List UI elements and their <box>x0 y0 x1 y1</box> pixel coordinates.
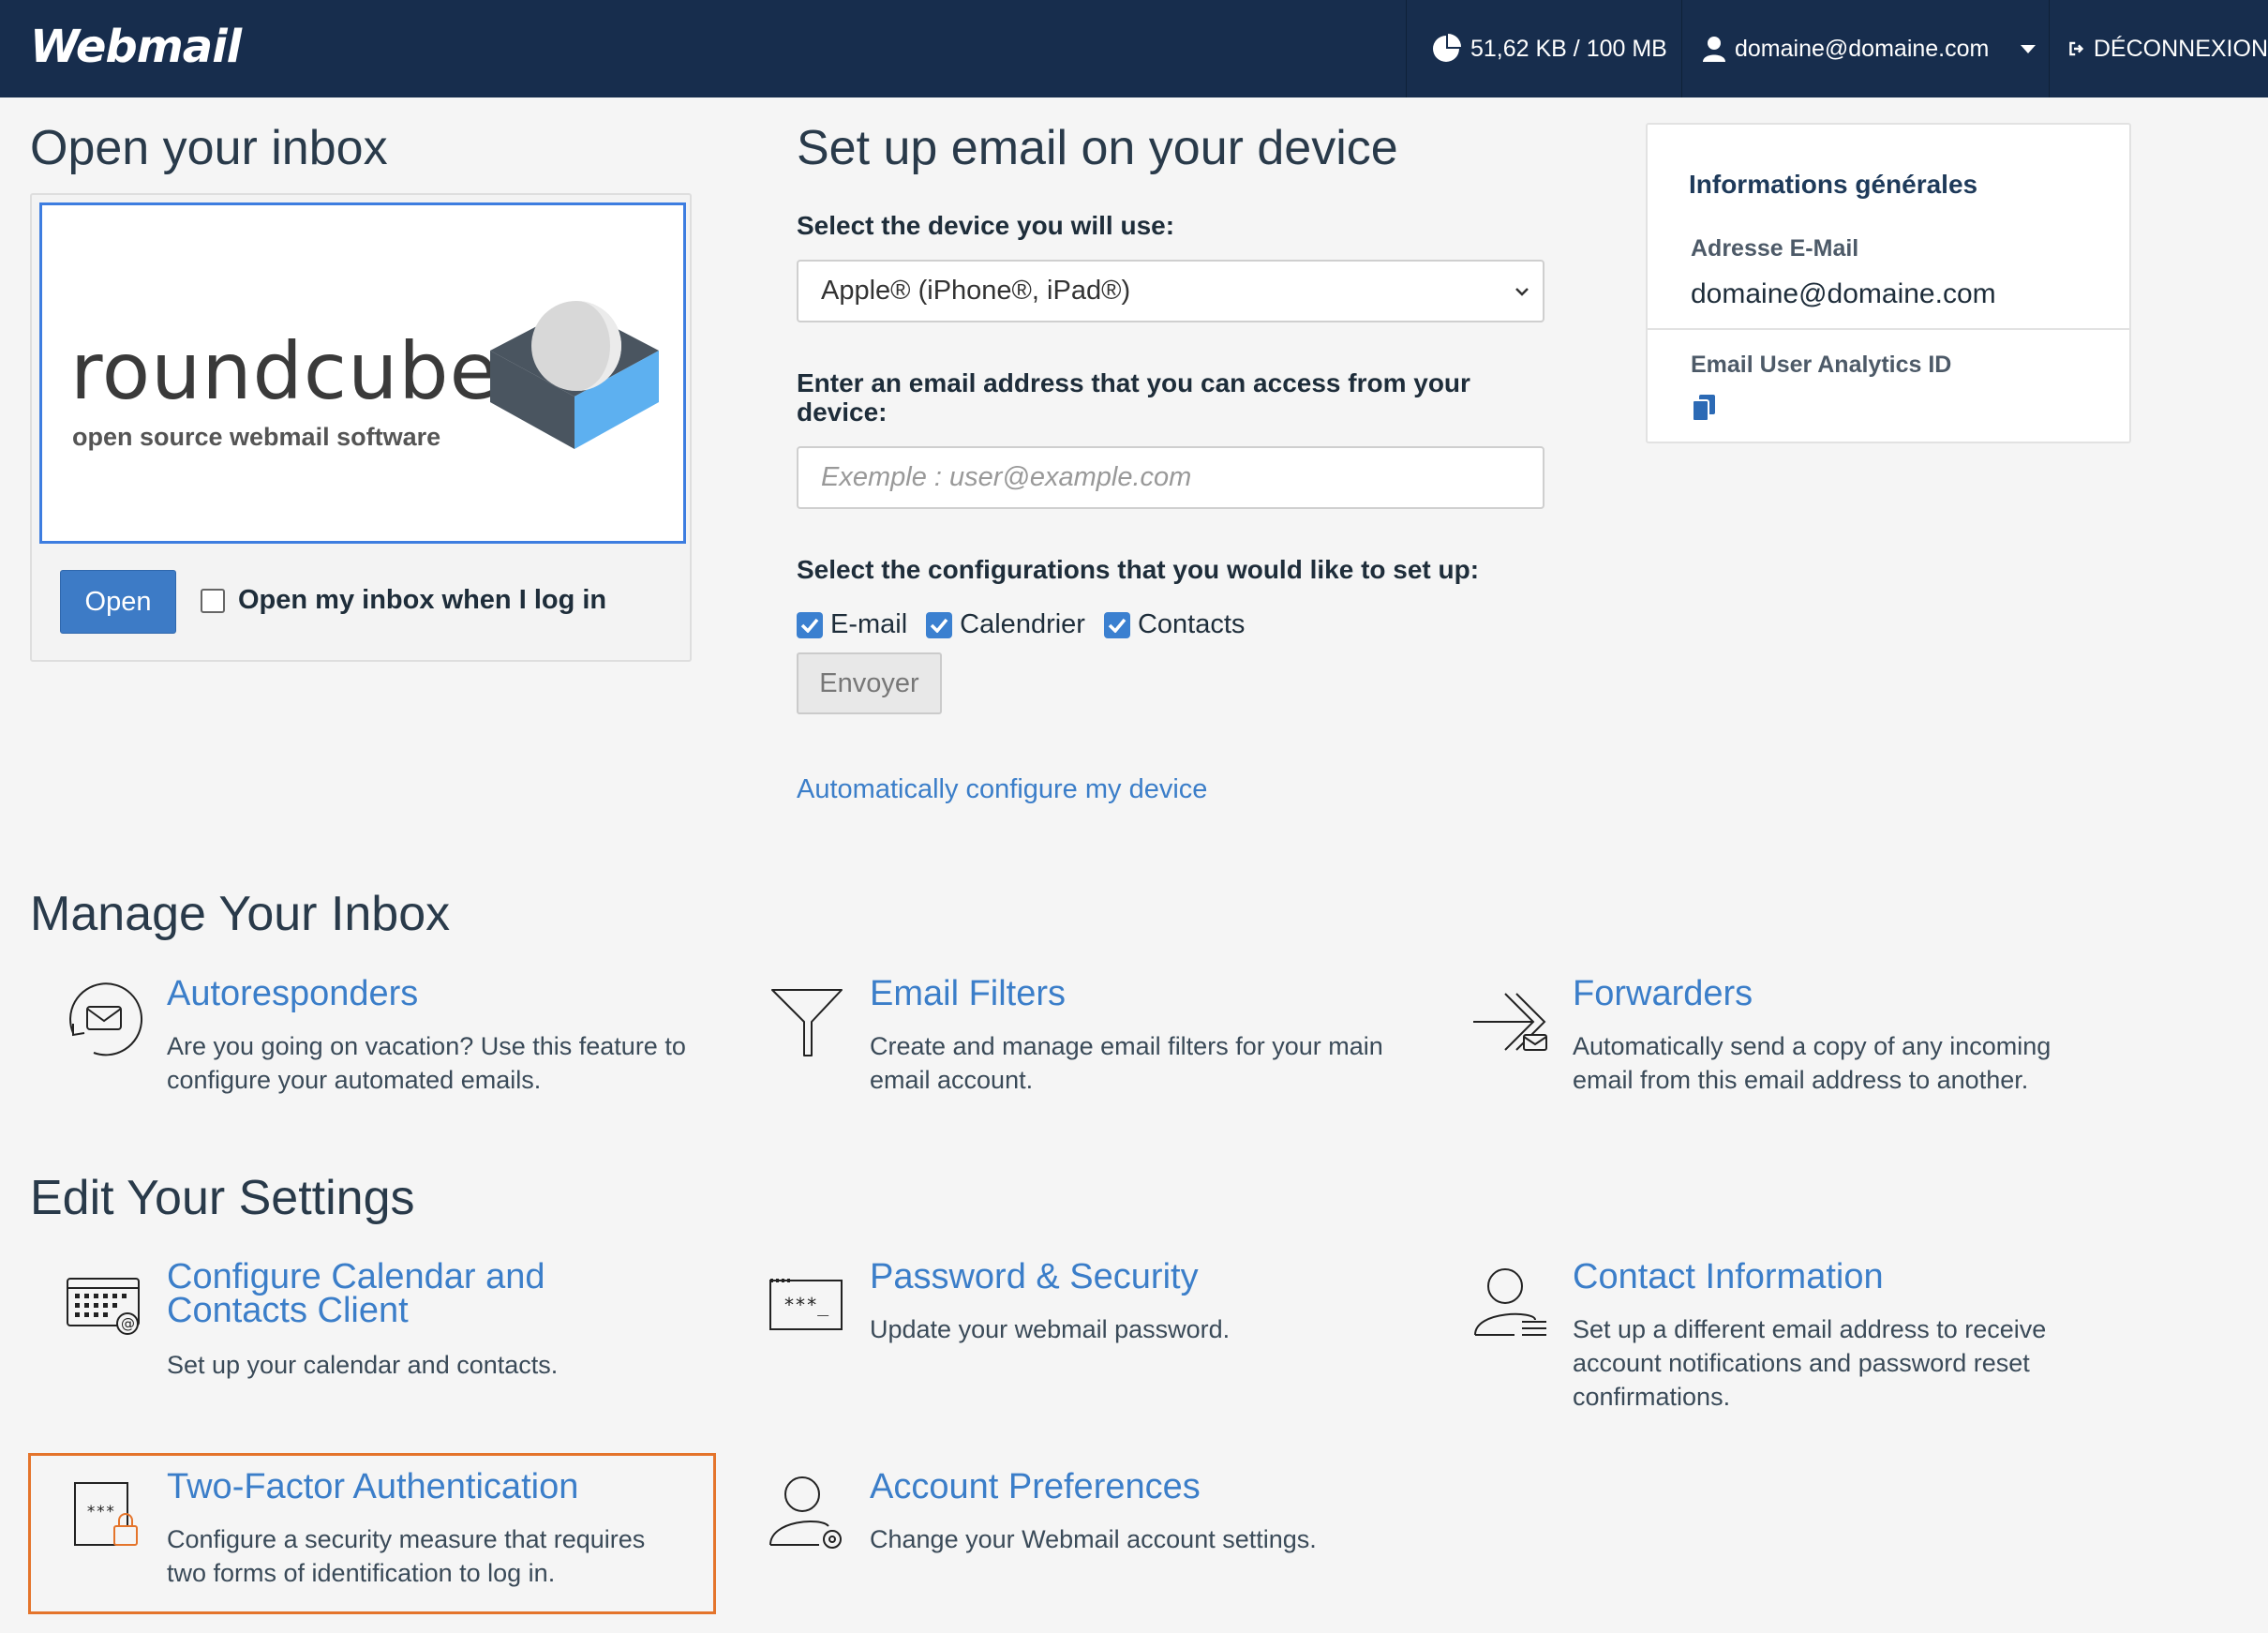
svg-text:@: @ <box>121 1315 135 1332</box>
edit-settings-heading: Edit Your Settings <box>30 1171 415 1225</box>
svg-text:***_: ***_ <box>783 1294 829 1316</box>
logout-button[interactable]: DÉCONNEXION <box>2049 0 2268 97</box>
configurations-checkboxes: E-mail Calendrier Contacts <box>797 609 1263 640</box>
roundcube-launcher[interactable]: roundcube open source webmail software <box>39 202 686 544</box>
account-preferences-title[interactable]: Account Preferences <box>870 1469 1201 1505</box>
two-factor-desc-1: Configure a security measure that requir… <box>167 1525 646 1553</box>
svg-text:***: *** <box>86 1503 115 1521</box>
calendar-option-label: Calendrier <box>960 609 1085 639</box>
disk-usage-text: 51,62 KB / 100 MB <box>1470 35 1667 62</box>
roundcube-logo-icon <box>490 301 659 449</box>
pie-chart-icon <box>1433 34 1461 62</box>
open-on-login-checkbox[interactable]: Open my inbox when I log in <box>201 585 606 616</box>
webmail-logo[interactable]: Webmail <box>30 21 242 73</box>
device-select-label: Select the device you will use: <box>797 211 1175 240</box>
user-settings-icon <box>769 1476 842 1549</box>
logout-icon <box>2069 41 2084 56</box>
calendar-option-checkbox[interactable]: Calendrier <box>926 609 1085 640</box>
open-inbox-heading: Open your inbox <box>30 121 388 175</box>
two-factor-title[interactable]: Two-Factor Authentication <box>167 1469 578 1505</box>
general-info-panel: Informations générales Adresse E-Mail do… <box>1646 123 2131 443</box>
contact-information-desc-2: account notifications and password reset <box>1573 1349 2030 1377</box>
forwarders-desc-1: Automatically send a copy of any incomin… <box>1573 1032 2052 1060</box>
contact-information-title[interactable]: Contact Information <box>1573 1259 1884 1295</box>
autoresponders-desc-1: Are you going on vacation? Use this feat… <box>167 1032 686 1060</box>
device-select-value: Apple® (iPhone®, iPad®) <box>821 276 1131 306</box>
chevron-down-icon <box>1515 288 1529 296</box>
checkbox-box[interactable] <box>201 588 225 613</box>
email-address-label: Enter an email address that you can acce… <box>797 368 1470 427</box>
roundcube-logo-text: roundcube <box>70 325 500 417</box>
forwarder-icon <box>1473 993 1547 1051</box>
password-icon: ***_ <box>769 1279 843 1330</box>
contact-person-icon <box>1474 1268 1546 1336</box>
analytics-id-key: Email User Analytics ID <box>1691 352 1952 378</box>
top-navbar: Webmail 51,62 KB / 100 MB domaine@domain… <box>0 0 2268 97</box>
contacts-option-checkbox[interactable]: Contacts <box>1103 609 1246 640</box>
user-email: domaine@domaine.com <box>1735 35 1990 62</box>
disk-usage[interactable]: 51,62 KB / 100 MB <box>1406 0 1681 97</box>
send-button[interactable]: Envoyer <box>797 652 942 714</box>
account-preferences-desc: Change your Webmail account settings. <box>870 1525 1317 1553</box>
email-address-value: domaine@domaine.com <box>1691 278 1996 309</box>
forwarders-desc-2: email from this email address to another… <box>1573 1066 2029 1094</box>
general-info-title: Informations générales <box>1689 170 1978 199</box>
chevron-down-icon <box>2021 44 2037 53</box>
copy-icon[interactable] <box>1693 395 1715 421</box>
inbox-panel: roundcube open source webmail software O… <box>30 193 692 662</box>
device-setup-heading: Set up email on your device <box>797 121 1398 175</box>
password-security-title[interactable]: Password & Security <box>870 1259 1199 1295</box>
email-address-input[interactable]: Exemple : user@example.com <box>797 446 1544 509</box>
device-select[interactable]: Apple® (iPhone®, iPad®) <box>797 260 1544 322</box>
user-icon <box>1703 37 1725 62</box>
two-factor-lock-icon: *** <box>74 1482 138 1546</box>
email-filters-desc-1: Create and manage email filters for your… <box>870 1032 1383 1060</box>
two-factor-desc-2: two forms of identification to log in. <box>167 1559 556 1587</box>
email-filters-desc-2: email account. <box>870 1066 1034 1094</box>
configurations-label: Select the configurations that you would… <box>797 555 1480 584</box>
contact-information-desc-3: confirmations. <box>1573 1383 1731 1411</box>
logout-label: DÉCONNEXION <box>2093 35 2268 62</box>
email-filters-title[interactable]: Email Filters <box>870 976 1066 1011</box>
filter-icon <box>771 989 843 1056</box>
calendar-contacts-title-1[interactable]: Configure Calendar and <box>167 1259 545 1295</box>
user-menu[interactable]: domaine@domaine.com <box>1681 0 2049 97</box>
checkmark-icon[interactable] <box>797 611 823 638</box>
checkmark-icon[interactable] <box>926 611 953 638</box>
open-inbox-button[interactable]: Open <box>60 570 176 634</box>
auto-configure-link[interactable]: Automatically configure my device <box>797 774 1207 805</box>
calendar-icon: @ <box>67 1278 140 1335</box>
password-security-desc: Update your webmail password. <box>870 1315 1231 1343</box>
contact-information-desc-1: Set up a different email address to rece… <box>1573 1315 2047 1343</box>
open-on-login-label: Open my inbox when I log in <box>238 585 607 615</box>
email-option-checkbox[interactable]: E-mail <box>797 609 907 640</box>
autoresponders-desc-2: configure your automated emails. <box>167 1066 542 1094</box>
forwarders-title[interactable]: Forwarders <box>1573 976 1753 1011</box>
autoresponders-title[interactable]: Autoresponders <box>167 976 418 1011</box>
email-address-key: Adresse E-Mail <box>1691 235 1859 262</box>
email-option-label: E-mail <box>830 609 908 639</box>
roundcube-logo-subtitle: open source webmail software <box>72 423 441 451</box>
manage-inbox-heading: Manage Your Inbox <box>30 887 451 941</box>
calendar-contacts-desc: Set up your calendar and contacts. <box>167 1351 559 1379</box>
autoresponder-icon <box>69 982 142 1056</box>
checkmark-icon[interactable] <box>1103 611 1130 638</box>
divider <box>1648 328 2129 330</box>
calendar-contacts-title-2[interactable]: Contacts Client <box>167 1293 409 1328</box>
contacts-option-label: Contacts <box>1137 609 1246 639</box>
